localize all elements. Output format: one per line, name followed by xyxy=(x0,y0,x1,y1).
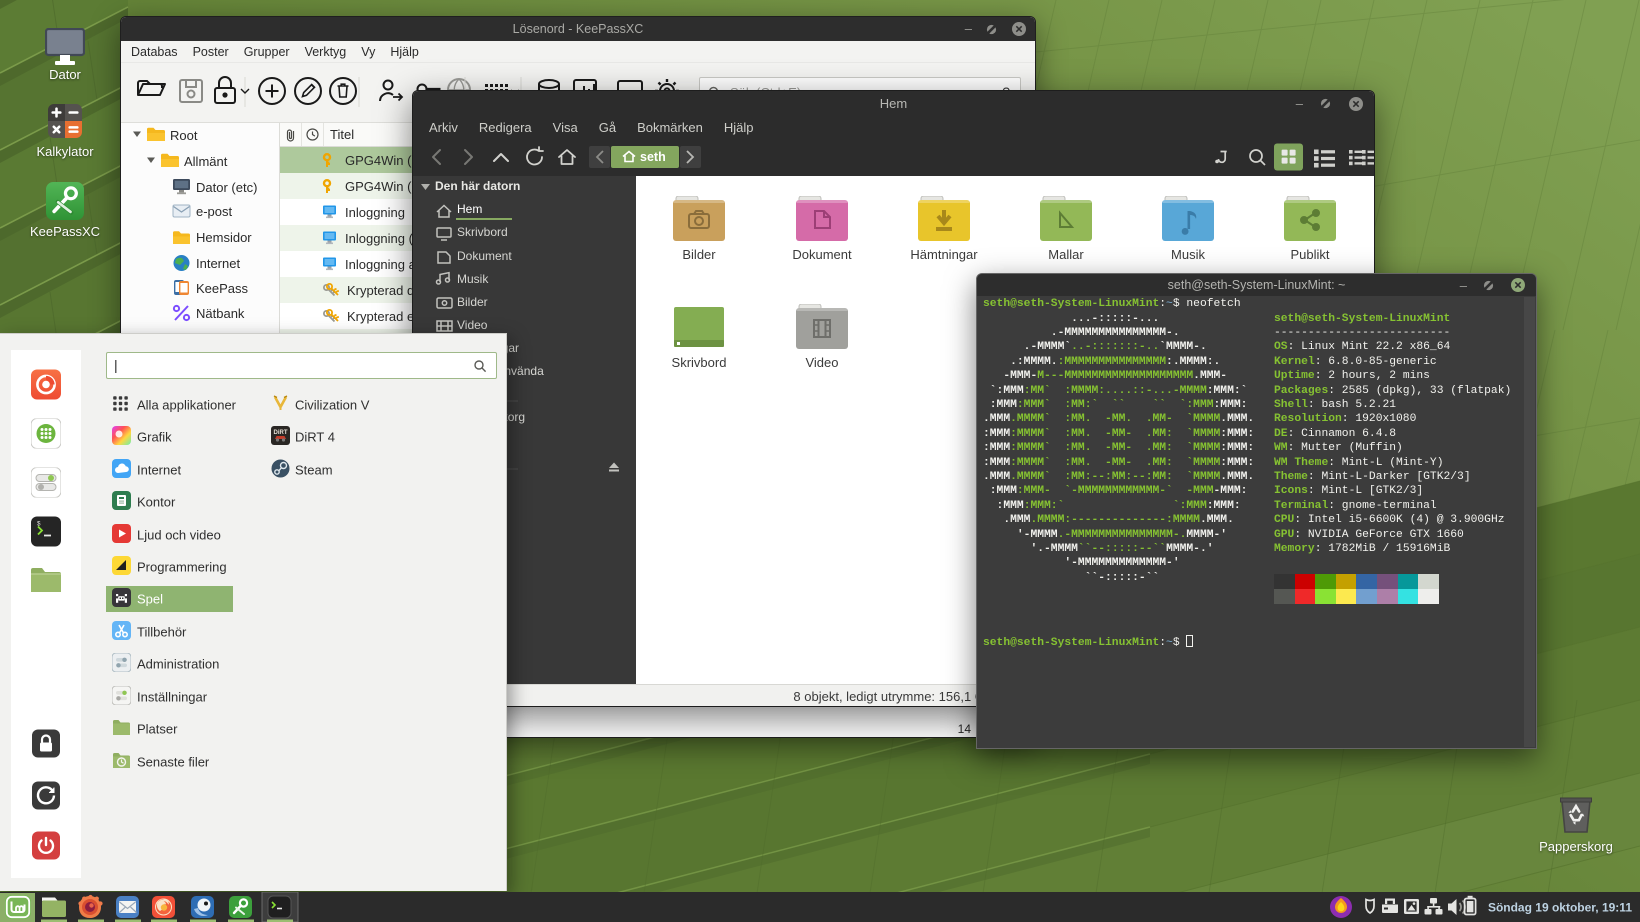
svg-text:DiRT: DiRT xyxy=(274,430,288,436)
svg-text:Söndag 19 oktober, 19:11: Söndag 19 oktober, 19:11 xyxy=(1488,901,1632,915)
